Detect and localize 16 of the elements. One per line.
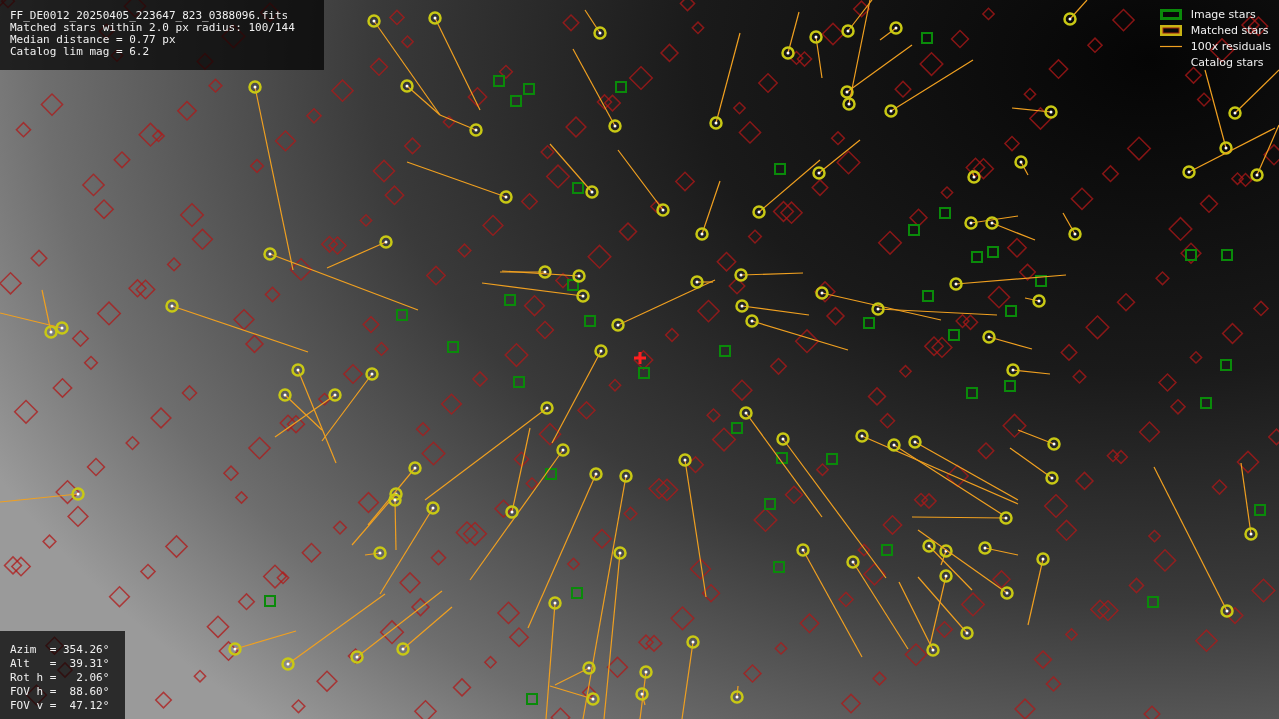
legend-label: Image stars [1190,7,1256,21]
legend-label: 100x residuals [1190,39,1271,53]
info-text: FF_DE0012_20250405_223647_823_0388096.fits [10,10,290,22]
square-marker-icon [1159,8,1182,20]
info-text: Catalog lim mag = 6.2 [10,46,151,58]
info-text: Median distance = 0.77 px [10,34,177,46]
pointing-text: Alt = 39.31° [10,657,111,671]
pointing-text: FOV h = 88.60° [10,685,111,699]
pointing-text: Rot h = 2.06° [10,671,111,685]
pointing-text: FOV v = 47.12° [10,699,111,713]
matched-marker-icon [1159,24,1182,36]
legend-label: Catalog stars [1190,55,1264,69]
legend-label: Matched stars [1190,23,1269,37]
info-text: Matched stars within 2.0 px radius: 100/144 [10,22,296,34]
pointing-text: Azim = 354.26° [10,643,111,657]
residual-line-icon [1159,44,1182,48]
